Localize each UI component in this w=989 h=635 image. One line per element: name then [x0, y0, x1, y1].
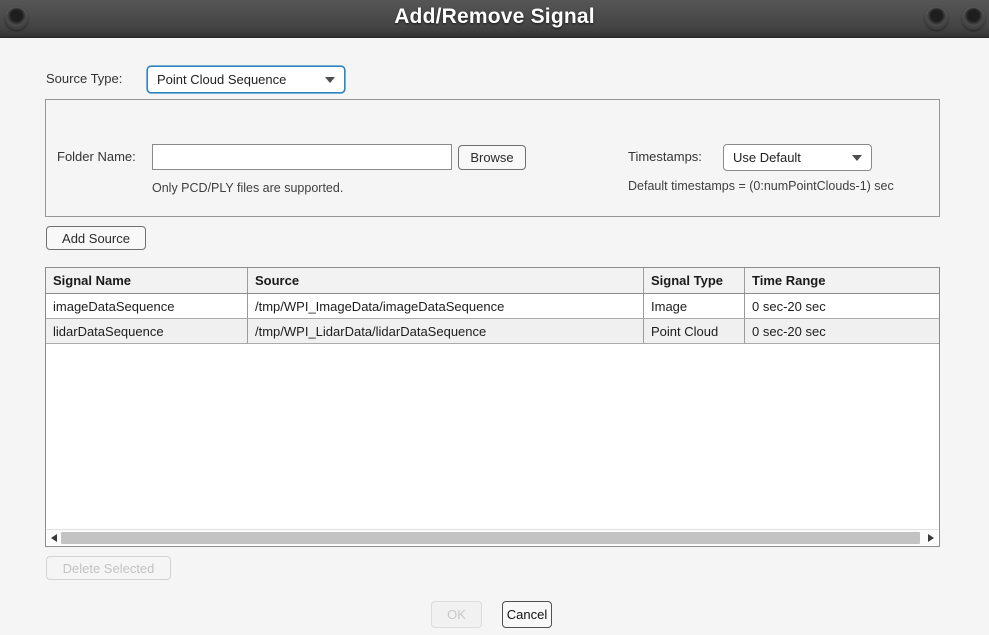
- window-close-button[interactable]: [962, 7, 985, 30]
- cell-time-range[interactable]: 0 sec-20 sec: [745, 294, 939, 318]
- left-arrow-icon: [51, 533, 57, 542]
- folder-name-input[interactable]: [152, 144, 452, 170]
- folder-name-label: Folder Name:: [57, 149, 136, 164]
- table-row[interactable]: imageDataSequence /tmp/WPI_ImageData/ima…: [46, 294, 939, 319]
- right-arrow-icon: [928, 533, 934, 542]
- cancel-button[interactable]: Cancel: [502, 601, 552, 628]
- timestamps-label: Timestamps:: [628, 149, 702, 164]
- cell-signal-name[interactable]: imageDataSequence: [46, 294, 248, 318]
- scrollbar-thumb[interactable]: [61, 531, 920, 544]
- dialog-title: Add/Remove Signal: [394, 5, 595, 28]
- cell-source[interactable]: /tmp/WPI_LidarData/lidarDataSequence: [248, 319, 644, 343]
- cell-time-range[interactable]: 0 sec-20 sec: [745, 319, 939, 343]
- column-header-signal-type: Signal Type: [644, 268, 745, 293]
- column-header-time-range: Time Range: [752, 273, 826, 288]
- timestamps-dropdown[interactable]: Use Default: [723, 144, 872, 171]
- column-header-source: Source: [248, 268, 644, 293]
- ok-button[interactable]: OK: [431, 601, 482, 628]
- folder-hint-text: Only PCD/PLY files are supported.: [152, 181, 344, 195]
- cell-signal-type[interactable]: Point Cloud: [644, 319, 745, 343]
- titlebar: Add/Remove Signal: [0, 0, 989, 38]
- source-options-panel: Folder Name: Browse Only PCD/PLY files a…: [45, 99, 940, 217]
- delete-selected-button[interactable]: Delete Selected: [46, 556, 171, 580]
- chevron-down-icon: [325, 76, 335, 83]
- chevron-down-icon: [852, 154, 862, 161]
- scroll-left-arrow[interactable]: [47, 530, 61, 546]
- scroll-right-arrow[interactable]: [924, 530, 938, 546]
- cell-source[interactable]: /tmp/WPI_ImageData/imageDataSequence: [248, 294, 644, 318]
- add-remove-signal-dialog: Add/Remove Signal Source Type: Point Clo…: [0, 0, 989, 635]
- table-header-row: Signal Name Source Signal Type Time Rang…: [46, 268, 939, 294]
- source-type-value: Point Cloud Sequence: [157, 72, 287, 87]
- table-row[interactable]: lidarDataSequence /tmp/WPI_LidarData/lid…: [46, 319, 939, 344]
- source-type-dropdown[interactable]: Point Cloud Sequence: [147, 66, 345, 93]
- source-type-label: Source Type:: [46, 71, 123, 86]
- add-source-button[interactable]: Add Source: [46, 226, 146, 250]
- cell-signal-type[interactable]: Image: [644, 294, 745, 318]
- timestamps-value: Use Default: [733, 150, 801, 165]
- cell-signal-name[interactable]: lidarDataSequence: [46, 319, 248, 343]
- column-header-signal-name: Signal Name: [46, 268, 248, 293]
- browse-button[interactable]: Browse: [458, 145, 526, 170]
- signals-table: Signal Name Source Signal Type Time Rang…: [45, 267, 940, 547]
- window-minimize-button[interactable]: [925, 7, 948, 30]
- timestamps-hint-text: Default timestamps = (0:numPointClouds-1…: [628, 179, 894, 193]
- horizontal-scrollbar[interactable]: [47, 529, 938, 545]
